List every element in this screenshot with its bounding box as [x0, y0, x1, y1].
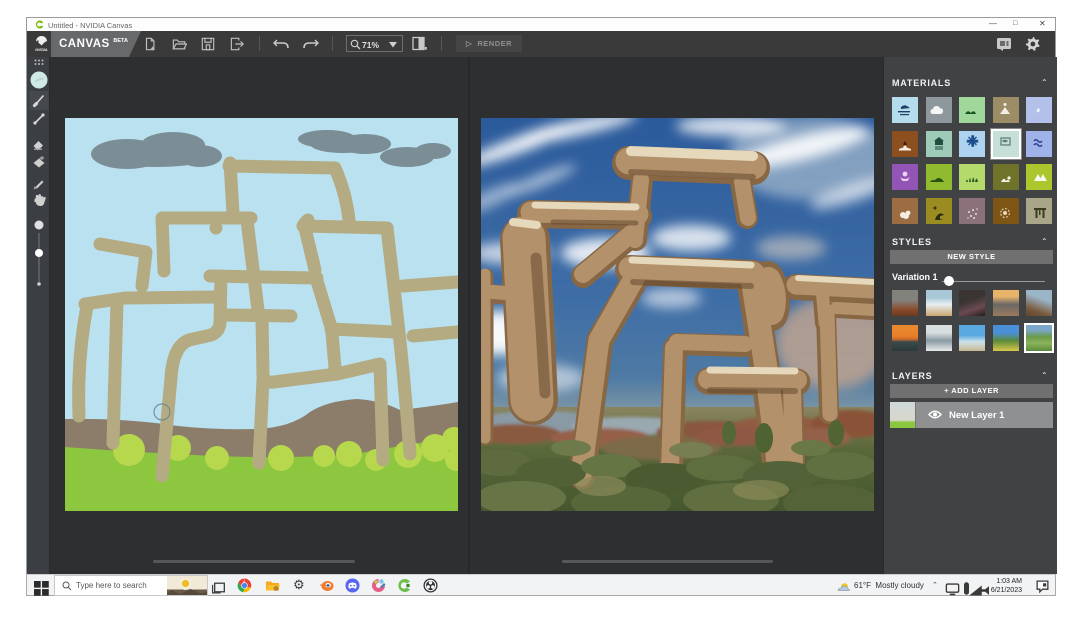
svg-text:NVIDIA: NVIDIA — [35, 48, 48, 52]
